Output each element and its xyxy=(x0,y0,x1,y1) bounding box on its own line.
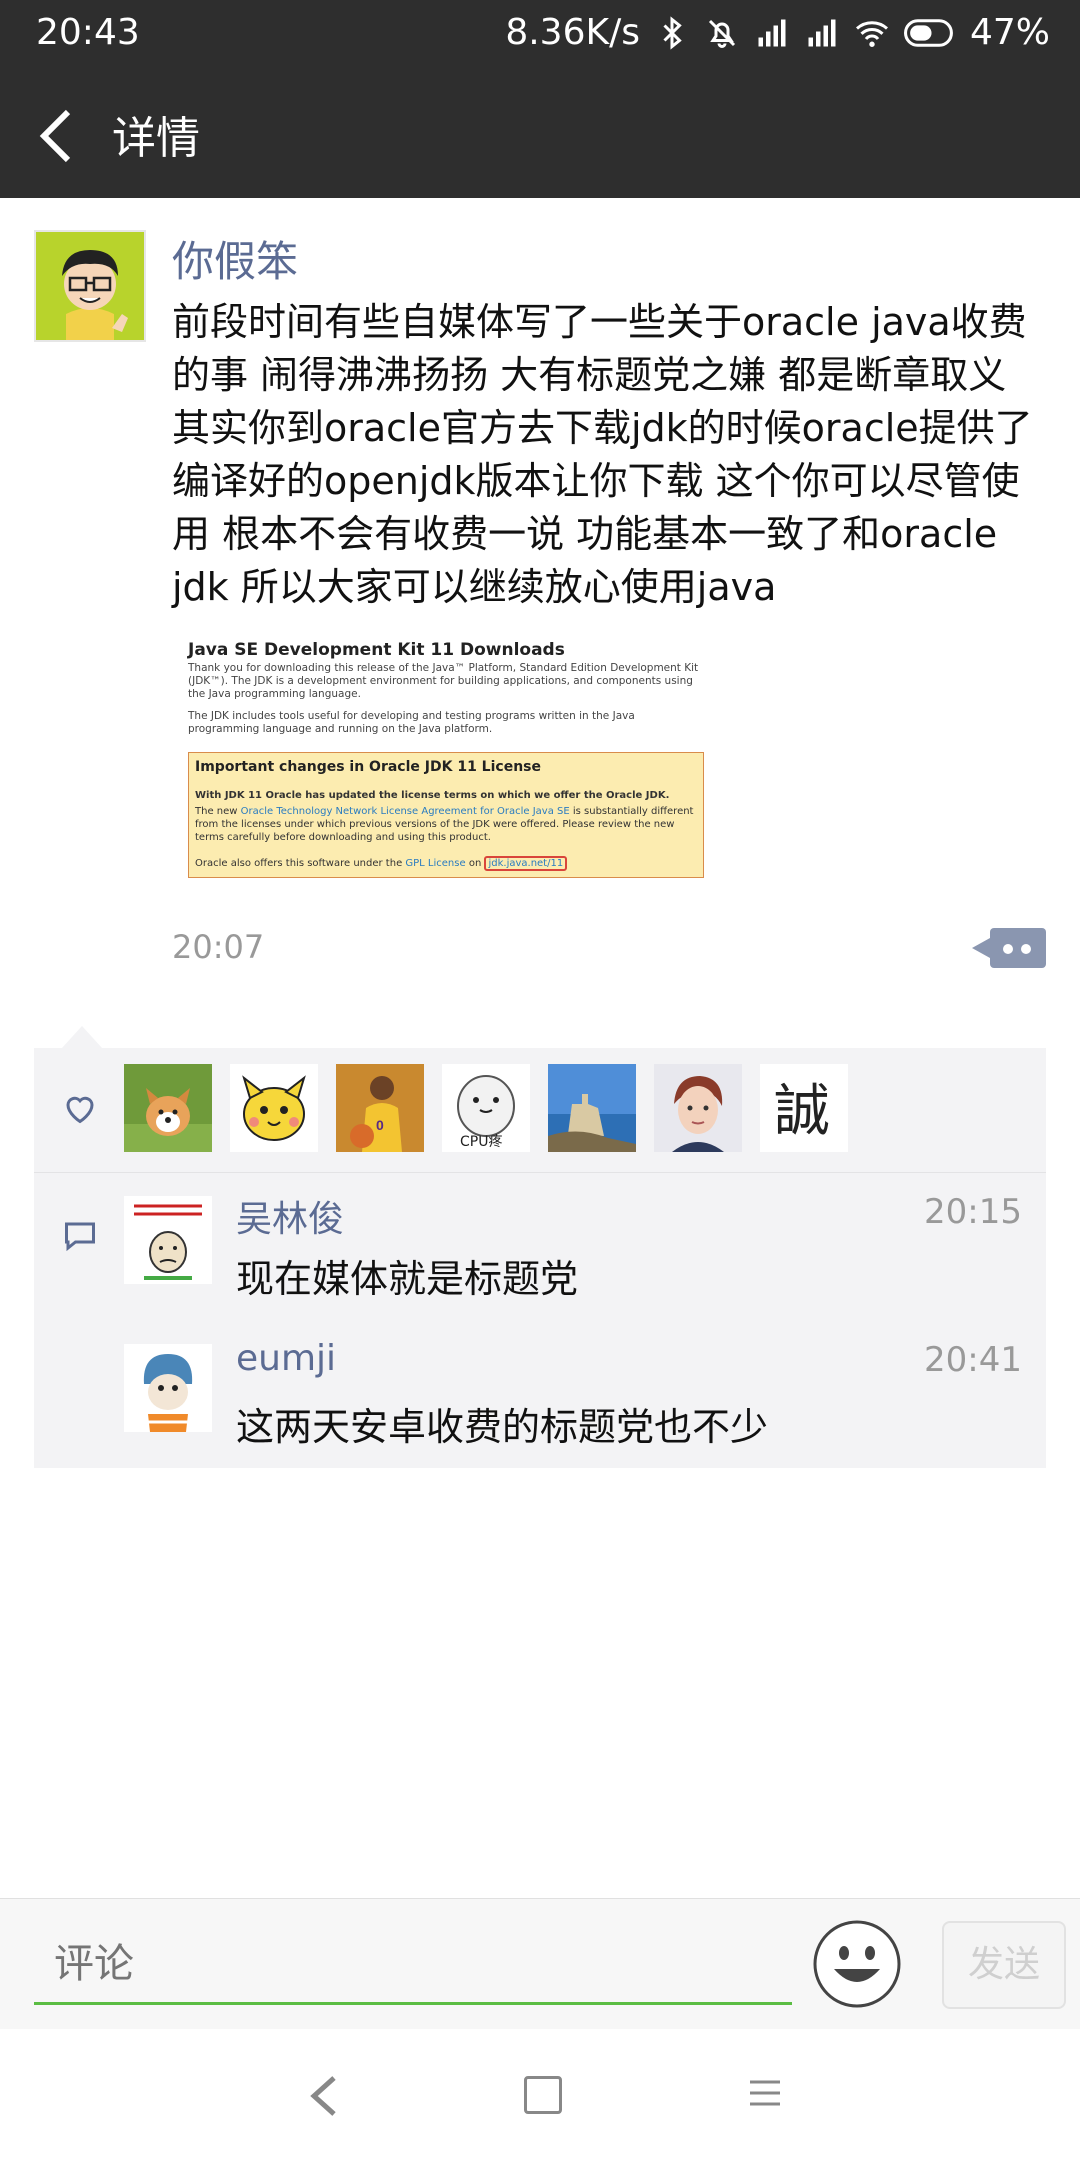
status-bar: 20:43 8.36K/s 47% xyxy=(0,0,1080,72)
dot-icon xyxy=(1003,944,1013,954)
comment-text[interactable]: 这两天安卓收费的标题党也不少 xyxy=(236,1396,768,1451)
send-button[interactable]: 发送 xyxy=(942,1921,1066,2009)
battery-level: 47% xyxy=(969,12,1050,53)
castle-photo-avatar[interactable] xyxy=(548,1064,636,1152)
license-heading: Important changes in Oracle JDK 11 Licen… xyxy=(195,759,541,775)
comment-input-bar: 发送 xyxy=(0,1898,1080,2029)
dot-icon xyxy=(1021,944,1031,954)
cpu-label: CPU疼 xyxy=(460,1134,502,1150)
gpl-link: GPL License xyxy=(405,858,466,869)
net-speed: 8.36K/s xyxy=(505,12,640,53)
image-heading: Java SE Development Kit 11 Downloads xyxy=(188,640,565,660)
nav-home-icon[interactable] xyxy=(524,2076,562,2114)
likes-row: 0 CPU疼 誠 xyxy=(34,1048,1046,1173)
commenter-name[interactable]: 吴林俊 xyxy=(236,1190,344,1242)
page-title: 详情 xyxy=(112,113,200,164)
system-nav-bar xyxy=(0,2030,1080,2160)
comment-text[interactable]: 现在媒体就是标题党 xyxy=(236,1248,578,1303)
feedback-panel: 0 CPU疼 誠 吴林俊 20:15 现在媒体就是标题党 eumji 20:41… xyxy=(34,1026,1046,1468)
basketball-player-avatar[interactable]: 0 xyxy=(336,1064,424,1152)
mute-icon xyxy=(708,19,736,48)
cpu-meme-avatar[interactable]: CPU疼 xyxy=(442,1064,530,1152)
signal-icon xyxy=(808,19,836,46)
image-para-1: Thank you for downloading this release o… xyxy=(188,662,699,700)
nav-back-icon[interactable] xyxy=(306,2074,346,2118)
jdk-net-link: jdk.java.net/11 xyxy=(484,856,568,871)
svg-text:0: 0 xyxy=(376,1117,384,1133)
license-line-3: Oracle also offers this software under t… xyxy=(195,856,695,871)
license-agreement-link: Oracle Technology Network License Agreem… xyxy=(240,806,570,817)
license-line-3-pre: Oracle also offers this software under t… xyxy=(195,858,406,869)
back-button[interactable] xyxy=(36,108,76,164)
calligraphy-char: 誠 xyxy=(774,1079,830,1144)
license-line-2-pre: The new xyxy=(195,806,241,817)
anime-man-avatar[interactable] xyxy=(654,1064,742,1152)
status-time: 20:43 xyxy=(36,12,140,53)
license-line-1: With JDK 11 Oracle has updated the licen… xyxy=(195,790,670,801)
license-line-3-mid: on xyxy=(465,858,485,869)
dog-character-avatar[interactable] xyxy=(124,1344,212,1432)
comment-input[interactable] xyxy=(34,1925,792,2005)
emoji-button[interactable] xyxy=(812,1919,902,2009)
status-icons: 8.36K/s 47% xyxy=(505,12,1050,53)
meme-face-avatar[interactable] xyxy=(124,1196,212,1284)
commenter-name[interactable]: eumji xyxy=(236,1338,336,1379)
puppy-avatar[interactable] xyxy=(124,1064,212,1152)
calligraphy-avatar[interactable]: 誠 xyxy=(760,1064,848,1152)
comment-time: 20:15 xyxy=(924,1192,1022,1232)
author-name[interactable]: 你假笨 xyxy=(172,228,298,289)
post-text: 前段时间有些自媒体写了一些关于oracle java收费 的事 闹得沸沸扬扬 大… xyxy=(172,300,1033,609)
heart-icon xyxy=(66,1096,94,1124)
post-time: 20:07 xyxy=(172,928,265,966)
yellow-cartoon-avatar[interactable] xyxy=(230,1064,318,1152)
title-bar: 详情 xyxy=(0,72,1080,198)
wifi-icon xyxy=(855,20,888,47)
battery-icon xyxy=(903,18,953,47)
more-actions-button[interactable] xyxy=(972,928,1046,968)
post-image[interactable]: Java SE Development Kit 11 Downloads Tha… xyxy=(176,630,716,882)
author-avatar[interactable] xyxy=(34,230,146,342)
comment-time: 20:41 xyxy=(924,1340,1022,1380)
license-notice-box: Important changes in Oracle JDK 11 Licen… xyxy=(188,752,704,878)
license-line-2: The new Oracle Technology Network Licens… xyxy=(195,805,695,844)
comment-icon xyxy=(65,1222,95,1252)
bluetooth-icon xyxy=(663,15,682,50)
signal-icon xyxy=(758,19,786,46)
image-para-2: The JDK includes tools useful for develo… xyxy=(188,710,635,735)
nav-menu-icon[interactable] xyxy=(748,2076,782,2110)
cartoon-boy-avatar-icon xyxy=(36,232,144,340)
